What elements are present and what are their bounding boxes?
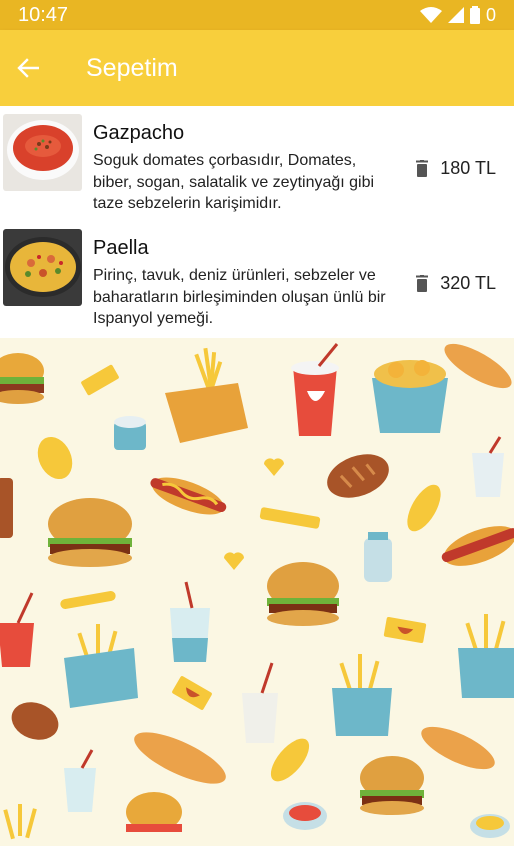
item-description: Soguk domates çorbasıdır, Domates, biber… xyxy=(93,152,375,212)
item-price: 320 TL xyxy=(440,273,496,293)
price-area: 180 TL xyxy=(416,158,496,179)
paella-image xyxy=(3,229,82,306)
cart-item[interactable]: Paella Pirinç, tavuk, deniz ürünleri, se… xyxy=(0,221,514,336)
back-button[interactable] xyxy=(0,40,56,96)
trash-icon[interactable] xyxy=(416,275,429,292)
price-area: 320 TL xyxy=(416,273,496,294)
status-icons: 0 xyxy=(419,4,496,26)
gazpacho-soup-image xyxy=(3,114,82,191)
item-description: Pirinç, tavuk, deniz ürünleri, sebzeler … xyxy=(93,267,386,327)
status-bar: 10:47 0 xyxy=(0,0,514,30)
fast-food-pattern xyxy=(0,338,514,841)
trash-icon[interactable] xyxy=(416,160,429,177)
status-time: 10:47 xyxy=(18,3,69,26)
page-title: Sepetim xyxy=(86,53,178,82)
signal-icon xyxy=(447,7,464,23)
app-bar: Sepetim xyxy=(0,30,514,106)
battery-icon xyxy=(469,6,480,24)
wifi-icon xyxy=(419,7,442,23)
cart-list: Gazpacho Soguk domates çorbasıdır, Domat… xyxy=(0,106,514,338)
battery-level: 0 xyxy=(485,4,496,25)
item-price: 180 TL xyxy=(440,158,496,178)
item-name: Paella xyxy=(93,237,149,259)
cart-item[interactable]: Gazpacho Soguk domates çorbasıdır, Domat… xyxy=(0,106,514,221)
item-name: Gazpacho xyxy=(93,122,185,144)
arrow-back-icon xyxy=(17,58,39,78)
